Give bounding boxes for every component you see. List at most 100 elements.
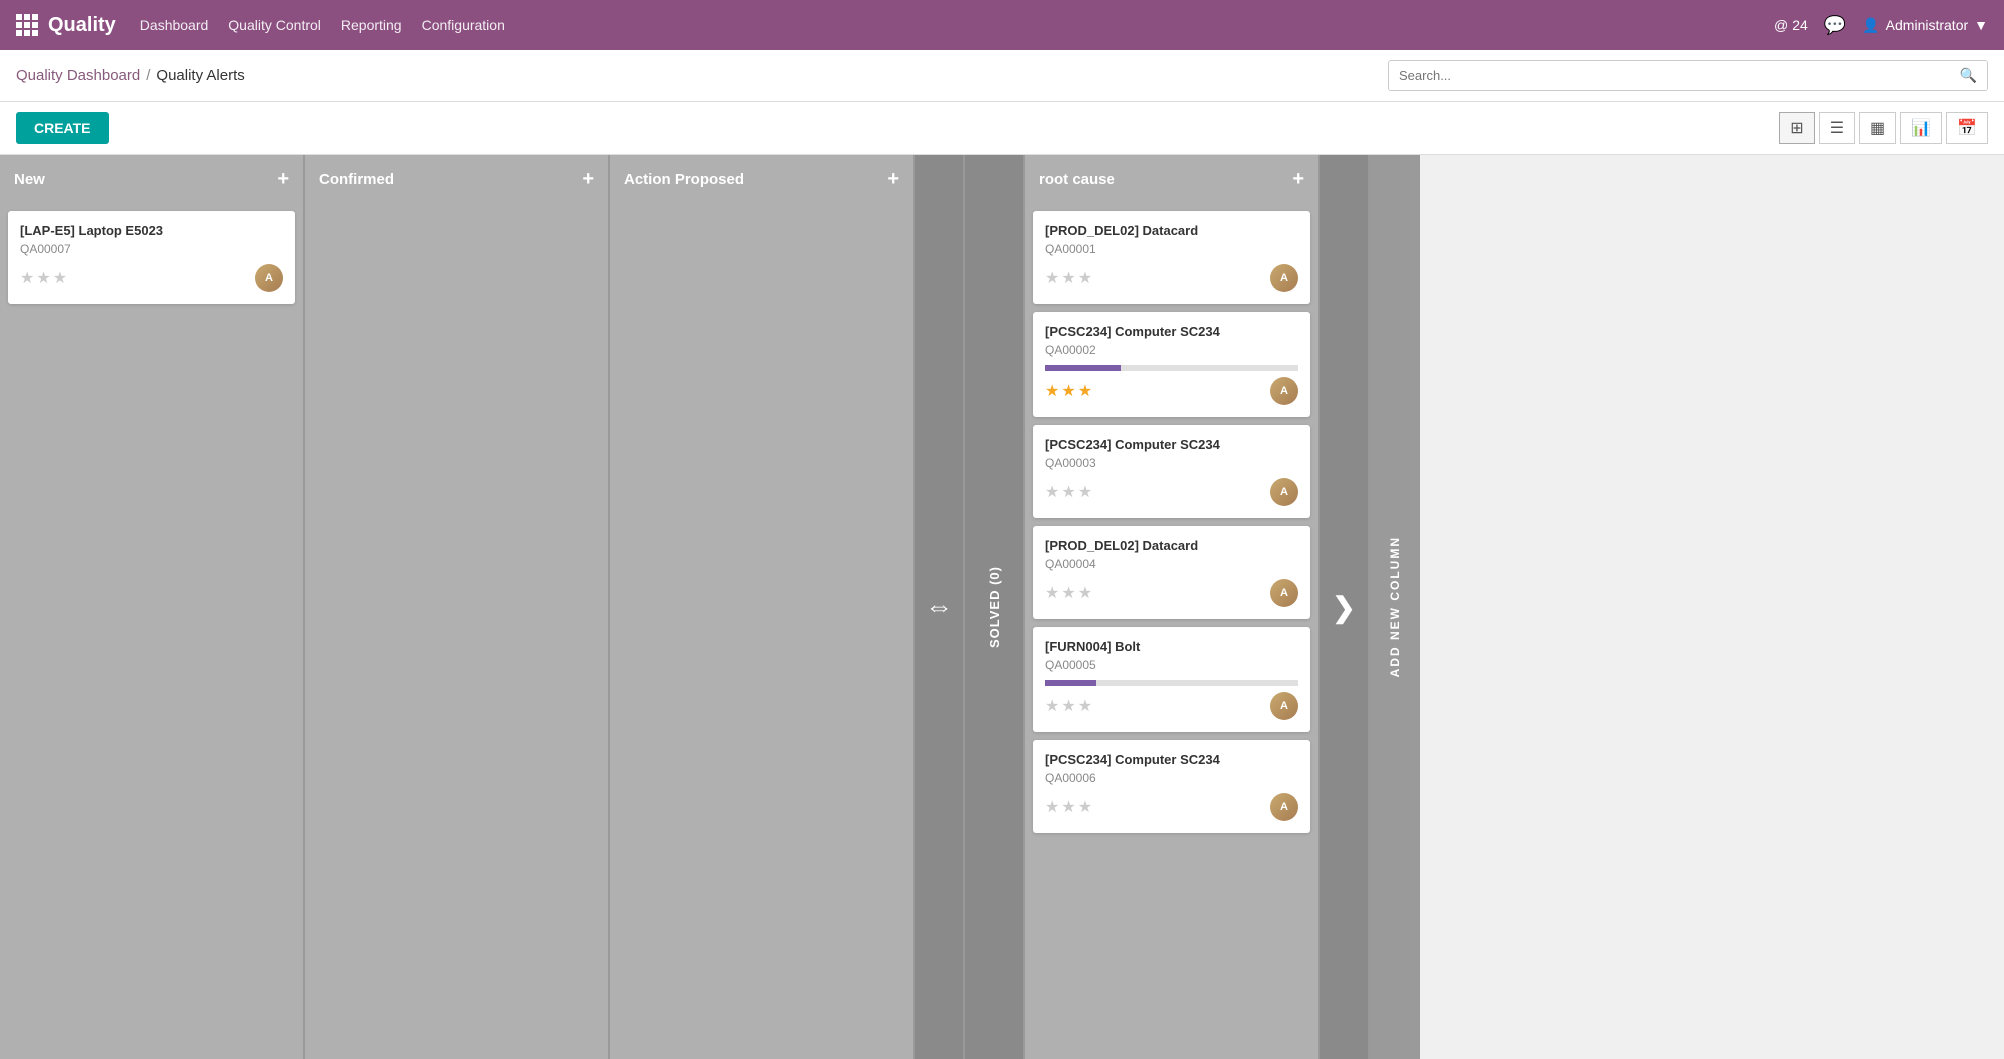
view-kanban-button[interactable]: ⊞	[1779, 112, 1814, 144]
card-qa00001-footer: ★ ★ ★ A	[1045, 264, 1298, 292]
star-3: ★	[1078, 482, 1092, 502]
view-toggles: ⊞ ☰ ▦ 📊 📅	[1779, 112, 1988, 144]
nav-reporting[interactable]: Reporting	[341, 17, 402, 33]
column-confirmed-cards	[305, 203, 608, 1059]
search-button[interactable]: 🔍	[1950, 61, 1987, 90]
top-nav-right: @ 24 💬 👤 Administrator ▼	[1774, 15, 1988, 36]
star-3: ★	[1078, 797, 1092, 817]
card-qa00004-title: [PROD_DEL02] Datacard	[1045, 538, 1298, 553]
breadcrumb: Quality Dashboard / Quality Alerts	[16, 67, 245, 84]
card-qa00007-avatar: A	[255, 264, 283, 292]
star-2: ★	[1061, 583, 1075, 603]
card-qa00001-avatar: A	[1270, 264, 1298, 292]
card-qa00006-footer: ★ ★ ★ A	[1045, 793, 1298, 821]
card-qa00002-id: QA00002	[1045, 343, 1298, 357]
column-confirmed-title: Confirmed	[319, 171, 394, 188]
breadcrumb-separator: /	[146, 67, 150, 84]
card-qa00002[interactable]: [PCSC234] Computer SC234 QA00002 ★ ★ ★ A	[1033, 312, 1310, 417]
card-qa00005-avatar: A	[1270, 692, 1298, 720]
card-qa00004[interactable]: [PROD_DEL02] Datacard QA00004 ★ ★ ★ A	[1033, 526, 1310, 619]
star-3: ★	[53, 268, 67, 288]
column-confirmed-add-button[interactable]: +	[582, 168, 594, 191]
star-2: ★	[1061, 381, 1075, 401]
app-title: Quality	[48, 14, 116, 37]
column-scroll-right[interactable]: ❯	[1320, 155, 1370, 1059]
card-qa00001-id: QA00001	[1045, 242, 1298, 256]
star-1: ★	[1045, 696, 1059, 716]
view-chart-button[interactable]: 📊	[1900, 112, 1942, 144]
action-bar: CREATE ⊞ ☰ ▦ 📊 📅	[0, 102, 2004, 155]
column-action-proposed: Action Proposed +	[610, 155, 915, 1059]
card-qa00007-footer: ★ ★ ★ A	[20, 264, 283, 292]
card-qa00006-stars: ★ ★ ★	[1045, 797, 1092, 817]
card-qa00002-footer: ★ ★ ★ A	[1045, 377, 1298, 405]
star-3: ★	[1078, 381, 1092, 401]
card-qa00002-title: [PCSC234] Computer SC234	[1045, 324, 1298, 339]
at-icon: @	[1774, 17, 1788, 33]
app-logo[interactable]: Quality	[16, 14, 116, 37]
column-action-proposed-header: Action Proposed +	[610, 155, 913, 203]
star-3: ★	[1078, 696, 1092, 716]
notification-count: 24	[1792, 17, 1808, 33]
star-1: ★	[20, 268, 34, 288]
star-2: ★	[1061, 482, 1075, 502]
add-new-column-label: ADD NEW COLUMN	[1388, 536, 1402, 677]
card-qa00006-title: [PCSC234] Computer SC234	[1045, 752, 1298, 767]
card-qa00004-footer: ★ ★ ★ A	[1045, 579, 1298, 607]
column-root-cause-title: root cause	[1039, 171, 1115, 188]
card-qa00005-id: QA00005	[1045, 658, 1298, 672]
add-new-column[interactable]: ADD NEW COLUMN	[1370, 155, 1420, 1059]
column-solved[interactable]: SOLVED (0)	[965, 155, 1025, 1059]
card-qa00006[interactable]: [PCSC234] Computer SC234 QA00006 ★ ★ ★ A	[1033, 740, 1310, 833]
card-qa00007-title: [LAP-E5] Laptop E5023	[20, 223, 283, 238]
column-new-add-button[interactable]: +	[277, 168, 289, 191]
nav-dashboard[interactable]: Dashboard	[140, 17, 209, 33]
card-qa00002-stars: ★ ★ ★	[1045, 381, 1092, 401]
grid-icon	[16, 14, 38, 36]
nav-links: Dashboard Quality Control Reporting Conf…	[140, 17, 1750, 33]
card-qa00007[interactable]: [LAP-E5] Laptop E5023 QA00007 ★ ★ ★ A	[8, 211, 295, 304]
notification-badge[interactable]: @ 24	[1774, 17, 1808, 33]
breadcrumb-bar: Quality Dashboard / Quality Alerts 🔍	[0, 50, 2004, 102]
card-qa00003-avatar: A	[1270, 478, 1298, 506]
column-action-proposed-cards	[610, 203, 913, 1059]
user-menu[interactable]: 👤 Administrator ▼	[1862, 17, 1988, 34]
create-button[interactable]: CREATE	[16, 112, 109, 144]
card-qa00001[interactable]: [PROD_DEL02] Datacard QA00001 ★ ★ ★ A	[1033, 211, 1310, 304]
column-new: New + [LAP-E5] Laptop E5023 QA00007 ★ ★ …	[0, 155, 305, 1059]
card-qa00003-title: [PCSC234] Computer SC234	[1045, 437, 1298, 452]
star-2: ★	[1061, 797, 1075, 817]
star-1: ★	[1045, 268, 1059, 288]
star-1: ★	[1045, 482, 1059, 502]
card-qa00005[interactable]: [FURN004] Bolt QA00005 ★ ★ ★ A	[1033, 627, 1310, 732]
column-root-cause-add-button[interactable]: +	[1292, 168, 1304, 191]
search-input[interactable]	[1389, 62, 1950, 89]
card-qa00003[interactable]: [PCSC234] Computer SC234 QA00003 ★ ★ ★ A	[1033, 425, 1310, 518]
top-nav: Quality Dashboard Quality Control Report…	[0, 0, 2004, 50]
star-2: ★	[1061, 268, 1075, 288]
breadcrumb-current: Quality Alerts	[156, 67, 244, 84]
column-confirmed-header: Confirmed +	[305, 155, 608, 203]
view-list-button[interactable]: ☰	[1819, 112, 1855, 144]
column-arrow-separator[interactable]: ⇔	[915, 155, 965, 1059]
chat-icon[interactable]: 💬	[1824, 15, 1846, 36]
view-calendar-button[interactable]: 📅	[1946, 112, 1988, 144]
column-action-proposed-add-button[interactable]: +	[887, 168, 899, 191]
kanban-board: New + [LAP-E5] Laptop E5023 QA00007 ★ ★ …	[0, 155, 2004, 1059]
card-qa00001-stars: ★ ★ ★	[1045, 268, 1092, 288]
star-3: ★	[1078, 583, 1092, 603]
card-qa00004-id: QA00004	[1045, 557, 1298, 571]
card-qa00002-avatar: A	[1270, 377, 1298, 405]
breadcrumb-link[interactable]: Quality Dashboard	[16, 67, 140, 84]
user-avatar-icon: 👤	[1862, 17, 1879, 34]
view-table-button[interactable]: ▦	[1859, 112, 1896, 144]
column-new-title: New	[14, 171, 45, 188]
card-qa00005-progress	[1045, 680, 1298, 686]
nav-configuration[interactable]: Configuration	[422, 17, 505, 33]
search-box: 🔍	[1388, 60, 1988, 91]
user-name: Administrator	[1886, 17, 1968, 33]
column-root-cause-header: root cause +	[1025, 155, 1318, 203]
nav-quality-control[interactable]: Quality Control	[228, 17, 321, 33]
card-qa00003-footer: ★ ★ ★ A	[1045, 478, 1298, 506]
card-qa00001-title: [PROD_DEL02] Datacard	[1045, 223, 1298, 238]
